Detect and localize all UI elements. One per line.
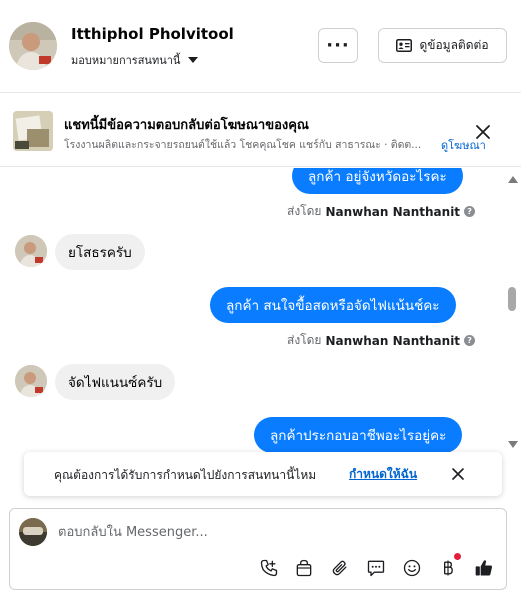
- contact-card-icon: [396, 39, 413, 52]
- emoji-icon[interactable]: [401, 557, 423, 579]
- reply-input[interactable]: [58, 521, 478, 543]
- shopping-bag-icon[interactable]: [293, 557, 315, 579]
- help-icon[interactable]: ?: [464, 206, 476, 217]
- paperclip-icon[interactable]: [329, 557, 351, 579]
- sender-name: Nanwhan Nanthanit: [325, 333, 461, 348]
- contact-name[interactable]: Itthiphol Pholvitool: [71, 25, 234, 43]
- sent-by-prefix: ส่งโดย: [287, 333, 322, 347]
- ad-thumbnail: [13, 111, 53, 151]
- assign-to-me-link[interactable]: กำหนดให้ฉัน: [349, 465, 417, 484]
- message-text: ลูกค้า สนใจขื้อสดหรือจัดไฟแน้นช์คะ: [226, 298, 440, 314]
- sent-by-label: ส่งโดย Nanwhan Nanthanit ?: [287, 331, 476, 350]
- sent-by-prefix: ส่งโดย: [287, 204, 322, 218]
- assign-reminder-prompt: คุณต้องการได้รับการกำหนดไปยังการสนทนานี้…: [24, 452, 502, 496]
- contact-avatar-small[interactable]: [15, 235, 47, 267]
- ad-banner-description: โรงงานผลิตและกระจายรถยนต์ใช้แล้ว โชคคุณโ…: [64, 139, 422, 151]
- message-thread[interactable]: ลูกค้า อยู่จังหวัดอะไรคะ ส่งโดย Nanwhan …: [0, 168, 521, 460]
- sent-by-label: ส่งโดย Nanwhan Nanthanit ?: [287, 202, 476, 221]
- notification-dot: [454, 553, 461, 560]
- close-icon[interactable]: [473, 122, 493, 142]
- contact-avatar-small[interactable]: [15, 365, 47, 397]
- incoming-message[interactable]: ยโสธรครับ: [55, 234, 145, 270]
- sender-name: Nanwhan Nanthanit: [325, 204, 461, 219]
- outgoing-message[interactable]: ลูกค้า อยู่จังหวัดอะไรคะ: [292, 168, 463, 194]
- ad-reply-banner: แชทนี้มีข้อความตอบกลับต่อโฆษณาของคุณ โรง…: [0, 94, 521, 167]
- scroll-up-arrow-icon[interactable]: [508, 176, 518, 183]
- conversation-header: Itthiphol Pholvitool มอบหมายการสนทนานี้ …: [0, 0, 521, 93]
- contact-avatar[interactable]: [9, 22, 57, 70]
- outgoing-message[interactable]: ลูกค้าประกอบอาชีพอะไรอยู่คะ: [254, 417, 463, 453]
- scrollbar-thumb[interactable]: [508, 287, 516, 311]
- message-composer: [9, 508, 507, 590]
- assign-label: มอบหมายการสนทนานี้: [71, 54, 181, 67]
- help-icon[interactable]: ?: [464, 335, 476, 346]
- scroll-down-arrow-icon[interactable]: [508, 441, 518, 448]
- chevron-down-icon: [188, 57, 199, 63]
- message-text: จัดไฟแนนซ์ครับ: [68, 375, 163, 391]
- message-text: ยโสธรครับ: [68, 245, 132, 261]
- message-text: ลูกค้า อยู่จังหวัดอะไรคะ: [308, 169, 447, 185]
- reminder-text: คุณต้องการได้รับการกำหนดไปยังการสนทนานี้…: [54, 468, 317, 482]
- view-contact-label: ดูข้อมูลติดต่อ: [419, 38, 489, 52]
- view-contact-info-button[interactable]: ดูข้อมูลติดต่อ: [378, 28, 507, 63]
- more-dots-icon: ···: [326, 35, 350, 56]
- saved-replies-icon[interactable]: [365, 557, 387, 579]
- page-avatar: [19, 518, 47, 546]
- close-icon[interactable]: [450, 466, 466, 482]
- ad-banner-title: แชทนี้มีข้อความตอบกลับต่อโฆษณาของคุณ: [64, 118, 309, 133]
- outgoing-message[interactable]: ลูกค้า สนใจขื้อสดหรือจัดไฟแน้นช์คะ: [210, 287, 456, 323]
- incoming-message[interactable]: จัดไฟแนนซ์ครับ: [55, 364, 176, 400]
- assign-conversation-dropdown[interactable]: มอบหมายการสนทนานี้: [71, 51, 199, 69]
- more-options-button[interactable]: ···: [318, 28, 358, 63]
- message-text: ลูกค้าประกอบอาชีพอะไรอยู่คะ: [270, 428, 447, 444]
- chat-scrollbar[interactable]: [505, 168, 519, 460]
- call-icon[interactable]: [258, 557, 280, 579]
- thumbs-up-icon[interactable]: [473, 557, 495, 579]
- baht-icon[interactable]: [437, 557, 459, 579]
